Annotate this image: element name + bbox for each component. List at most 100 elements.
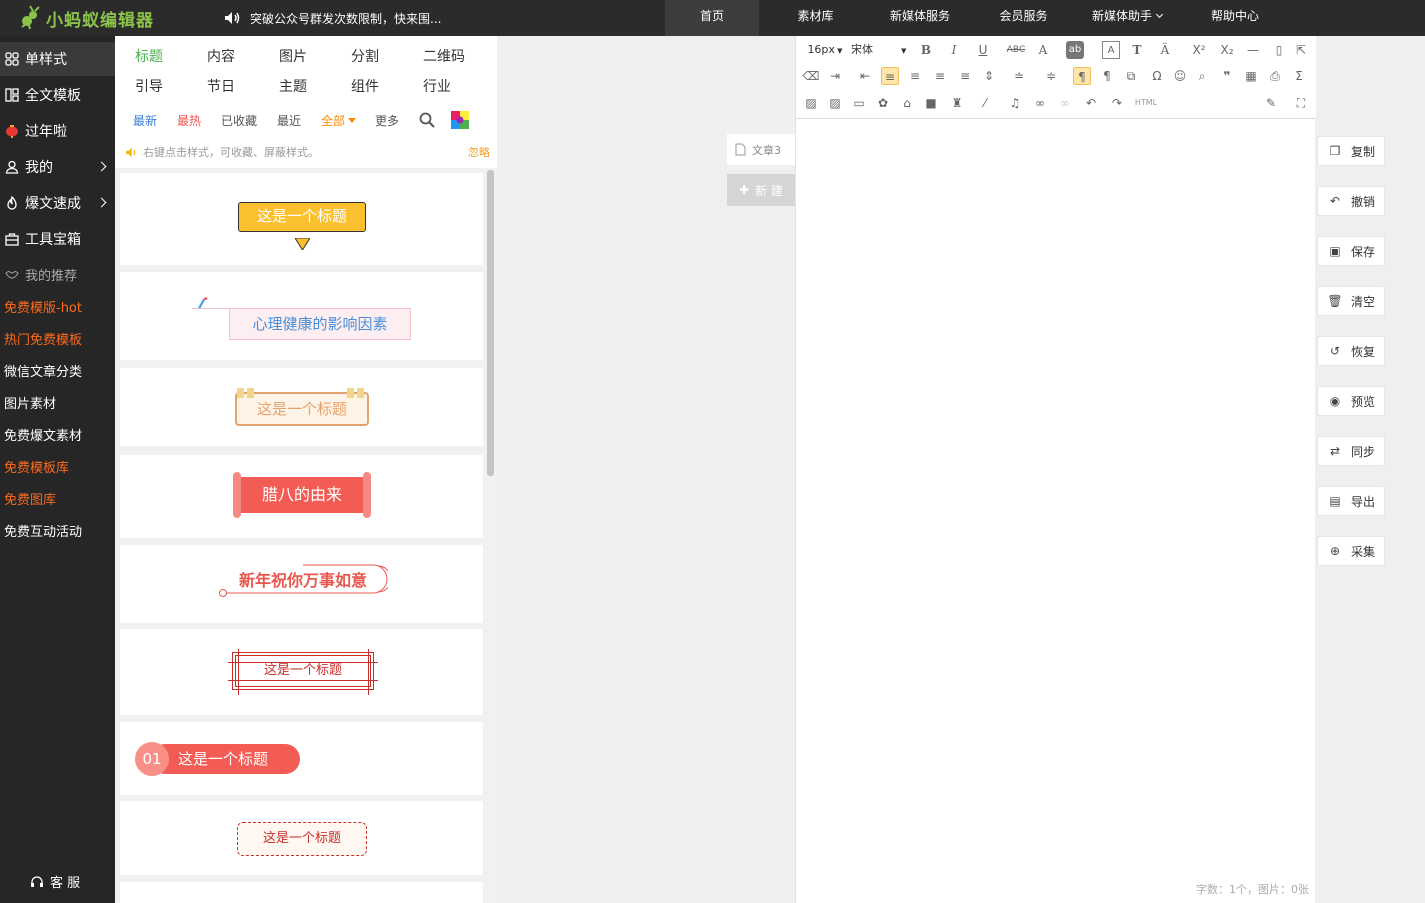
- unlink-icon[interactable]: ∞: [1056, 94, 1074, 112]
- category-divider[interactable]: 分割: [351, 46, 379, 66]
- page-icon[interactable]: ▯: [1270, 41, 1288, 59]
- sidebar-link-image-material[interactable]: 图片素材: [4, 393, 56, 412]
- nav-assistant[interactable]: 新媒体助手: [1079, 0, 1175, 36]
- magic-wand-icon[interactable]: ⁄: [976, 94, 994, 112]
- ignore-button[interactable]: 忽略: [468, 144, 490, 160]
- sidebar-item-single-style[interactable]: 单样式: [0, 42, 115, 76]
- sidebar-link-hot-free-template[interactable]: 热门免费模板: [4, 329, 82, 348]
- spacing-bottom-icon[interactable]: ≑: [1042, 67, 1060, 85]
- link-icon[interactable]: ∞: [1031, 94, 1049, 112]
- indent-icon[interactable]: ⇥: [826, 67, 844, 85]
- align-right-icon[interactable]: ≡: [931, 67, 949, 85]
- image-multi-icon[interactable]: ▨: [826, 94, 844, 112]
- letter-spacing-icon[interactable]: Ä: [1156, 41, 1174, 59]
- strikethrough-icon[interactable]: ABC: [1004, 41, 1028, 59]
- sidebar-link-free-viral[interactable]: 免费爆文素材: [4, 425, 82, 444]
- category-image[interactable]: 图片: [279, 46, 307, 66]
- text-style-icon[interactable]: T: [1128, 41, 1146, 59]
- panel-scrollbar[interactable]: [487, 170, 494, 476]
- template-card[interactable]: 新年祝你万事如意: [120, 545, 483, 623]
- superscript-icon[interactable]: X²: [1190, 41, 1208, 59]
- nav-home[interactable]: 首页: [665, 0, 759, 36]
- justify-icon[interactable]: ≡: [956, 67, 974, 85]
- underline-icon[interactable]: U: [974, 41, 992, 59]
- image-icon[interactable]: ▨: [802, 94, 820, 112]
- spacing-top-icon[interactable]: ≐: [1010, 67, 1028, 85]
- eraser-icon[interactable]: ⌫: [802, 67, 820, 85]
- filter-newest[interactable]: 最新: [133, 112, 157, 129]
- italic-icon[interactable]: I: [945, 41, 963, 59]
- quote-icon[interactable]: ❞: [1218, 67, 1236, 85]
- format-paint-icon[interactable]: ⧉: [1122, 67, 1140, 85]
- sidebar-item-full-template[interactable]: 全文模板: [0, 78, 115, 112]
- sidebar-item-mine[interactable]: 我的: [0, 150, 115, 184]
- collect-button[interactable]: ⊕ 采集: [1317, 536, 1385, 566]
- customer-service-button[interactable]: 客 服: [30, 872, 80, 891]
- sidebar-item-new-year[interactable]: 过年啦: [0, 114, 115, 148]
- category-festival[interactable]: 节日: [207, 76, 235, 96]
- new-doc-button[interactable]: ✚ 新 建: [727, 174, 795, 206]
- frame-icon[interactable]: ▭: [850, 94, 868, 112]
- line-height-icon[interactable]: ⇕: [980, 67, 998, 85]
- sidebar-item-toolbox[interactable]: 工具宝箱: [0, 222, 115, 256]
- notice-bar[interactable]: 突破公众号群发次数限制，快来围...: [224, 0, 441, 36]
- clear-button[interactable]: 🗑 清空: [1317, 286, 1385, 316]
- category-content[interactable]: 内容: [207, 46, 235, 66]
- save-button[interactable]: ▣ 保存: [1317, 236, 1385, 266]
- template-card[interactable]: 心理健康的影响因素: [120, 272, 483, 360]
- table-icon[interactable]: ▦: [1242, 67, 1260, 85]
- filter-more[interactable]: 更多: [375, 112, 399, 129]
- category-industry[interactable]: 行业: [423, 76, 451, 96]
- draft-icon[interactable]: ✎: [1262, 94, 1280, 112]
- palette-icon[interactable]: ✿: [874, 94, 892, 112]
- horizontal-rule-icon[interactable]: —: [1244, 41, 1262, 59]
- category-guide[interactable]: 引导: [135, 76, 163, 96]
- category-component[interactable]: 组件: [351, 76, 379, 96]
- font-family-select[interactable]: 宋体 ▼: [851, 41, 913, 59]
- export-button[interactable]: ▤ 导出: [1317, 486, 1385, 516]
- template-card[interactable]: 这是一个标题: [120, 368, 483, 446]
- template-card[interactable]: 这是一个标题: [120, 173, 483, 265]
- external-link-icon[interactable]: ⇱: [1292, 41, 1310, 59]
- template-card[interactable]: [120, 882, 483, 903]
- logo[interactable]: 小蚂蚁编辑器: [18, 4, 154, 32]
- filter-all-dropdown[interactable]: 全部: [321, 112, 357, 129]
- bold-icon[interactable]: B: [917, 41, 935, 59]
- restore-button[interactable]: ↺ 恢复: [1317, 336, 1385, 366]
- filter-favorites[interactable]: 已收藏: [221, 112, 257, 129]
- align-left-icon[interactable]: ≡: [881, 67, 899, 85]
- html-button[interactable]: HTML: [1134, 94, 1158, 112]
- filter-recent[interactable]: 最近: [277, 112, 301, 129]
- category-theme[interactable]: 主题: [279, 76, 307, 96]
- emoji-icon[interactable]: ☺: [1171, 67, 1189, 85]
- sidebar-item-viral[interactable]: 爆文速成: [0, 186, 115, 220]
- undo-button[interactable]: ↶ 撤销: [1317, 186, 1385, 216]
- formula-icon[interactable]: Σ: [1290, 67, 1308, 85]
- redo-icon[interactable]: ↷: [1108, 94, 1126, 112]
- highlight-icon[interactable]: ab: [1066, 41, 1084, 59]
- print-icon[interactable]: ⎙: [1266, 67, 1284, 85]
- video-icon[interactable]: ■: [922, 94, 940, 112]
- sync-button[interactable]: ⇄ 同步: [1317, 436, 1385, 466]
- search-replace-icon[interactable]: ⌕: [1193, 67, 1211, 85]
- font-color-icon[interactable]: A: [1034, 41, 1052, 59]
- category-title[interactable]: 标题: [135, 46, 163, 66]
- template-card[interactable]: 这是一个标题: [120, 801, 483, 875]
- subscript-icon[interactable]: X₂: [1218, 41, 1236, 59]
- doc-tab-article3[interactable]: 文章3: [727, 134, 795, 165]
- nav-help[interactable]: 帮助中心: [1175, 0, 1295, 36]
- font-size-select[interactable]: 16px ▼: [804, 41, 846, 59]
- music-icon[interactable]: ♫: [1006, 94, 1024, 112]
- map-icon[interactable]: ⌂: [898, 94, 916, 112]
- sidebar-link-free-template-hot[interactable]: 免费模版-hot: [4, 297, 82, 316]
- special-char-icon[interactable]: Ω: [1148, 67, 1166, 85]
- search-icon[interactable]: [419, 112, 435, 128]
- rtl-icon[interactable]: ¶: [1098, 67, 1116, 85]
- category-qrcode[interactable]: 二维码: [423, 46, 465, 66]
- nav-member[interactable]: 会员服务: [968, 0, 1079, 36]
- fullscreen-icon[interactable]: ⛶: [1292, 94, 1310, 112]
- color-palette-icon[interactable]: [451, 111, 469, 129]
- ltr-icon[interactable]: ¶: [1073, 67, 1091, 85]
- nav-media-service[interactable]: 新媒体服务: [872, 0, 968, 36]
- sidebar-link-free-image-lib[interactable]: 免费图库: [4, 489, 56, 508]
